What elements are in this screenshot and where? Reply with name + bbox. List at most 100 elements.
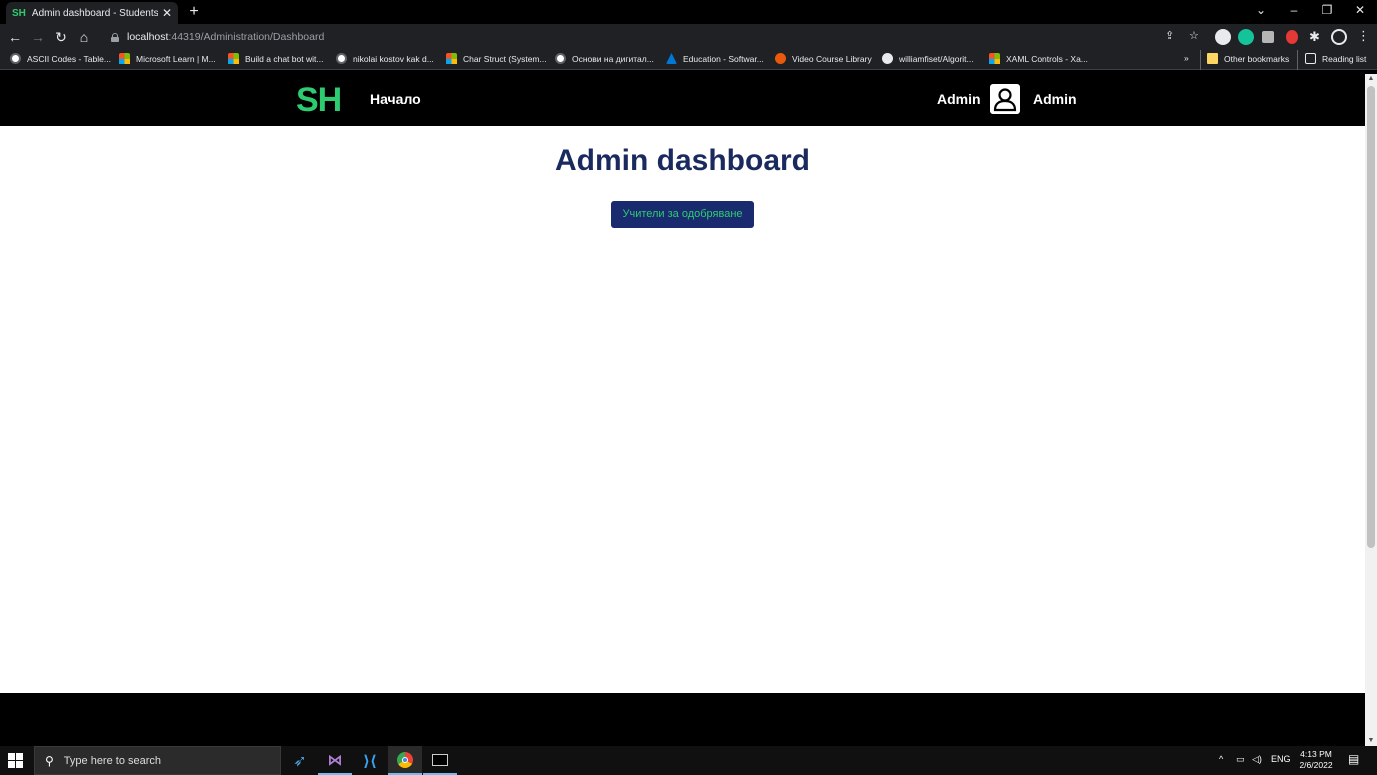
back-icon[interactable]: ← xyxy=(6,28,24,46)
bookmark-label: nikolai kostov kak d... xyxy=(353,53,434,64)
bookmark-label: Char Struct (System... xyxy=(463,53,547,64)
pdf-extension-icon[interactable] xyxy=(1262,31,1274,43)
bookmark-label: Основи на дигитал... xyxy=(572,53,654,64)
bookmark-item[interactable]: XAML Controls - Xa... xyxy=(989,53,1088,64)
tab-search-icon[interactable]: ⌄ xyxy=(1251,3,1271,17)
search-icon: ⚲ xyxy=(45,753,54,768)
bookmark-item[interactable]: Video Course Library xyxy=(775,53,872,64)
bookmark-label: williamfiset/Algorit... xyxy=(899,53,974,64)
site-logo[interactable]: SH xyxy=(296,81,342,119)
minimize-icon[interactable]: – xyxy=(1284,3,1304,17)
url-path: :44319/Administration/Dashboard xyxy=(168,31,325,43)
site-icon xyxy=(10,53,21,64)
azure-data-studio-icon[interactable]: ➶ xyxy=(283,746,317,775)
grammarly-icon[interactable] xyxy=(1238,29,1254,45)
reading-list-icon xyxy=(1305,53,1316,64)
azure-icon xyxy=(666,53,677,64)
terminal-icon[interactable] xyxy=(423,746,457,775)
bookmark-label: Build a chat bot wit... xyxy=(245,53,324,64)
scroll-up-icon[interactable]: ▲ xyxy=(1365,74,1377,84)
close-window-icon[interactable]: ✕ xyxy=(1350,3,1370,17)
visual-studio-icon[interactable]: ⋈ xyxy=(318,746,352,775)
adblock-icon[interactable] xyxy=(1286,30,1298,44)
bookmark-item[interactable]: Microsoft Learn | M... xyxy=(119,53,216,64)
reading-list[interactable]: Reading list xyxy=(1305,53,1366,64)
microsoft-icon xyxy=(119,53,130,64)
taskbar-search[interactable]: ⚲ Type here to search xyxy=(34,746,281,775)
bookmark-item[interactable]: williamfiset/Algorit... xyxy=(882,53,974,64)
folder-icon xyxy=(1207,53,1218,64)
bookmark-item[interactable]: Char Struct (System... xyxy=(446,53,547,64)
site-footer xyxy=(0,693,1365,746)
windows-start-icon[interactable] xyxy=(8,753,24,769)
profile-extension-icon[interactable] xyxy=(1215,29,1231,45)
bookmark-item[interactable]: ASCII Codes - Table... xyxy=(10,53,111,64)
tab-title: Admin dashboard - StudentsHelp xyxy=(31,7,158,19)
bookmark-item[interactable]: nikolai kostov kak d... xyxy=(336,53,434,64)
windows-taskbar: ⚲ Type here to search ➶ ⋈ ⟩⟨ ^ ▭ ◁) ENG … xyxy=(0,746,1377,775)
bookmark-item[interactable]: Основи на дигитал... xyxy=(555,53,654,64)
bookmark-item[interactable]: Build a chat bot wit... xyxy=(228,53,323,64)
bookmark-divider xyxy=(1200,50,1201,70)
bookmark-label: Video Course Library xyxy=(792,53,872,64)
search-placeholder: Type here to search xyxy=(63,754,162,767)
restore-icon[interactable]: ❐ xyxy=(1317,3,1337,17)
chrome-icon[interactable] xyxy=(388,746,422,775)
bookmark-item[interactable]: Education - Softwar... xyxy=(666,53,764,64)
google-icon xyxy=(336,53,347,64)
bookmark-divider xyxy=(1297,50,1298,70)
address-bar[interactable]: localhost:44319/Administration/Dashboard… xyxy=(103,26,1208,48)
bookmark-label: XAML Controls - Xa... xyxy=(1006,53,1088,64)
vscode-icon[interactable]: ⟩⟨ xyxy=(353,746,387,775)
scroll-down-icon[interactable]: ▼ xyxy=(1365,736,1377,746)
microsoft-icon xyxy=(446,53,457,64)
extensions-puzzle-icon[interactable]: ✱ xyxy=(1309,29,1320,45)
main-content: Admin dashboard Учители за одобряване xyxy=(0,126,1365,693)
clock-date: 2/6/2022 xyxy=(1299,760,1333,770)
bookmarks-overflow-icon[interactable]: » xyxy=(1184,53,1189,63)
url-host: localhost xyxy=(127,31,169,43)
home-icon[interactable]: ⌂ xyxy=(75,28,93,46)
bookmark-star-icon[interactable]: ☆ xyxy=(1189,29,1199,42)
reload-icon[interactable]: ↻ xyxy=(52,28,70,46)
user-avatar-icon[interactable] xyxy=(990,84,1020,114)
share-icon[interactable]: ⇪ xyxy=(1165,29,1174,42)
new-tab-icon[interactable]: + xyxy=(185,3,203,21)
bookmark-label: ASCII Codes - Table... xyxy=(27,53,111,64)
google-icon xyxy=(555,53,566,64)
github-icon xyxy=(882,53,893,64)
forward-icon[interactable]: → xyxy=(29,28,47,46)
page-scrollbar[interactable]: ▲ ▼ xyxy=(1365,74,1377,746)
play-icon xyxy=(775,53,786,64)
browser-tab[interactable]: SH Admin dashboard - StudentsHelp ✕ xyxy=(6,2,178,24)
close-tab-icon[interactable]: ✕ xyxy=(162,7,172,19)
microsoft-icon xyxy=(228,53,239,64)
browser-toolbar: ← → ↻ ⌂ localhost:44319/Administration/D… xyxy=(0,24,1377,50)
browser-tab-strip: SH Admin dashboard - StudentsHelp ✕ + ⌄ … xyxy=(0,0,1377,24)
clock-time: 4:13 PM xyxy=(1300,749,1332,759)
notifications-icon[interactable]: ▤ xyxy=(1348,752,1359,766)
lock-icon[interactable] xyxy=(111,32,119,42)
bookmark-label: Microsoft Learn | M... xyxy=(136,53,216,64)
profile-avatar-icon[interactable] xyxy=(1331,29,1347,45)
bookmarks-bar: ASCII Codes - Table... Microsoft Learn |… xyxy=(0,50,1377,70)
language-indicator[interactable]: ENG xyxy=(1271,754,1291,764)
network-icon[interactable]: ▭ xyxy=(1236,754,1245,765)
user-name-link[interactable]: Admin xyxy=(937,91,981,107)
tray-overflow-icon[interactable]: ^ xyxy=(1219,754,1223,764)
site-navbar: SH Начало Admin Admin xyxy=(0,74,1365,126)
user-role-link[interactable]: Admin xyxy=(1033,91,1077,107)
bookmark-label: Education - Softwar... xyxy=(683,53,764,64)
menu-kebab-icon[interactable]: ⋮ xyxy=(1357,28,1370,44)
volume-icon[interactable]: ◁) xyxy=(1252,754,1262,765)
nav-home-link[interactable]: Начало xyxy=(370,91,421,107)
teachers-to-approve-button[interactable]: Учители за одобряване xyxy=(611,201,754,228)
microsoft-icon xyxy=(989,53,1000,64)
favicon: SH xyxy=(12,7,26,19)
bookmark-label: Other bookmarks xyxy=(1224,53,1290,64)
taskbar-clock[interactable]: 4:13 PM 2/6/2022 xyxy=(1294,749,1338,771)
other-bookmarks[interactable]: Other bookmarks xyxy=(1207,53,1289,64)
scroll-thumb[interactable] xyxy=(1367,86,1375,548)
page-title: Admin dashboard xyxy=(554,144,810,177)
bookmark-label: Reading list xyxy=(1322,53,1367,64)
